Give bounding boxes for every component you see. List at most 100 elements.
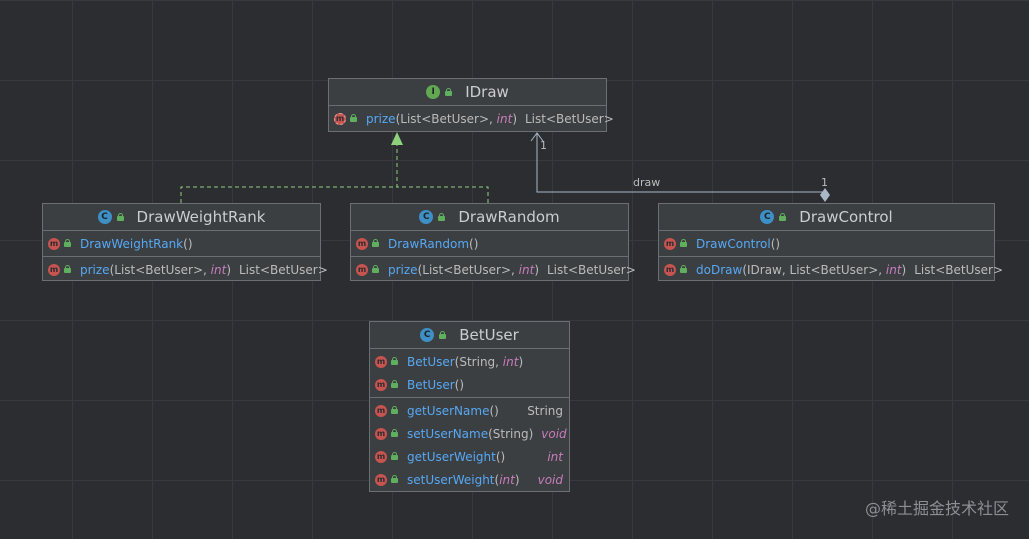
method-name: prize bbox=[388, 262, 418, 277]
method-icon: m bbox=[375, 355, 387, 368]
public-lock-icon bbox=[372, 239, 379, 247]
method-icon: m bbox=[664, 263, 676, 276]
node-betuser-methods: m getUserName () String m setUserName (S… bbox=[370, 398, 569, 492]
method-return-type: void bbox=[541, 426, 567, 441]
method-row[interactable]: m prize (List<BetUser>, int) List<BetUse… bbox=[351, 258, 636, 281]
public-lock-icon bbox=[680, 265, 687, 273]
node-drawrandom-constructors: m DrawRandom () bbox=[351, 231, 628, 257]
node-drawcontrol-header: C DrawControl bbox=[659, 204, 994, 231]
node-idraw-methods: m prize (List<BetUser>, int) List<BetUse… bbox=[329, 106, 614, 131]
node-drawrandom-title: DrawRandom bbox=[458, 208, 560, 226]
node-betuser[interactable]: C BetUser m BetUser (String, int) m BetU… bbox=[369, 321, 570, 492]
method-name: DrawWeightRank bbox=[80, 236, 184, 251]
node-idraw-title: IDraw bbox=[465, 83, 509, 101]
constructor-row[interactable]: m DrawRandom () bbox=[351, 232, 628, 255]
method-return-type: int bbox=[547, 449, 563, 464]
public-lock-icon bbox=[372, 265, 379, 273]
method-row[interactable]: m setUserName (String) void bbox=[370, 422, 569, 445]
method-name: setUserWeight bbox=[407, 472, 495, 487]
node-drawrandom-header: C DrawRandom bbox=[351, 204, 628, 231]
method-row[interactable]: m doDraw (IDraw, List<BetUser>, int) Lis… bbox=[659, 258, 1003, 281]
realization-edge-drawrandom bbox=[397, 186, 489, 203]
node-drawcontrol[interactable]: C DrawControl m DrawControl () m doDraw … bbox=[658, 203, 1003, 281]
method-row[interactable]: m getUserName () String bbox=[370, 399, 569, 422]
node-betuser-title: BetUser bbox=[459, 326, 519, 344]
method-return-type: String bbox=[527, 403, 563, 418]
method-params: (List<BetUser>, int) bbox=[417, 262, 539, 277]
method-name: DrawControl bbox=[696, 236, 771, 251]
method-row[interactable]: m setUserWeight (int) void bbox=[370, 468, 569, 491]
public-lock-icon bbox=[391, 429, 398, 437]
public-lock-icon bbox=[64, 265, 71, 273]
node-drawweightrank-constructors: m DrawWeightRank () bbox=[43, 231, 320, 257]
public-lock-icon bbox=[391, 357, 398, 365]
method-params: (List<BetUser>, int) bbox=[109, 262, 231, 277]
class-icon: C bbox=[419, 210, 434, 224]
method-params: (int) bbox=[494, 472, 520, 487]
node-drawrandom[interactable]: C DrawRandom m DrawRandom () m prize (Li… bbox=[350, 203, 636, 282]
method-icon: m bbox=[375, 450, 387, 463]
association-label: draw bbox=[633, 176, 661, 189]
multiplicity-label-drawcontrol: 1 bbox=[821, 176, 828, 189]
method-name: getUserWeight bbox=[407, 449, 496, 464]
method-row[interactable]: m prize (List<BetUser>, int) List<BetUse… bbox=[43, 258, 328, 281]
method-name: DrawRandom bbox=[388, 236, 470, 251]
method-name: prize bbox=[366, 111, 396, 126]
method-row[interactable]: m getUserWeight () int bbox=[370, 445, 569, 468]
method-name: BetUser bbox=[407, 377, 455, 392]
public-lock-icon bbox=[391, 452, 398, 460]
constructor-row[interactable]: m BetUser (String, int) bbox=[370, 350, 569, 373]
method-params: () bbox=[183, 236, 193, 251]
node-idraw[interactable]: I IDraw m prize (List<BetUser>, int) Lis… bbox=[328, 78, 614, 132]
node-drawrandom-methods: m prize (List<BetUser>, int) List<BetUse… bbox=[351, 257, 636, 282]
method-return-type: List<BetUser> bbox=[914, 262, 1003, 277]
public-lock-icon bbox=[438, 212, 446, 221]
method-row[interactable]: m prize (List<BetUser>, int) List<BetUse… bbox=[329, 107, 614, 130]
method-params: () bbox=[469, 236, 479, 251]
public-lock-icon bbox=[680, 239, 687, 247]
method-name: BetUser bbox=[407, 354, 455, 369]
method-icon: m bbox=[48, 263, 60, 276]
method-name: doDraw bbox=[696, 262, 743, 277]
method-name: prize bbox=[80, 262, 110, 277]
node-drawweightrank[interactable]: C DrawWeightRank m DrawWeightRank () m p… bbox=[42, 203, 328, 281]
method-params: (List<BetUser>, int) bbox=[395, 111, 517, 126]
constructor-row[interactable]: m BetUser () bbox=[370, 373, 569, 396]
public-lock-icon bbox=[779, 212, 787, 221]
node-drawweightrank-header: C DrawWeightRank bbox=[43, 204, 320, 231]
constructor-row[interactable]: m DrawWeightRank () bbox=[43, 232, 320, 255]
method-params: (String) bbox=[488, 426, 534, 441]
interface-icon: I bbox=[426, 85, 441, 99]
public-lock-icon bbox=[391, 380, 398, 388]
node-idraw-header: I IDraw bbox=[329, 79, 606, 106]
method-icon: m bbox=[375, 427, 387, 440]
method-params: () bbox=[770, 236, 781, 251]
method-params: () bbox=[495, 449, 506, 464]
method-params: (String, int) bbox=[454, 354, 524, 369]
method-name: getUserName bbox=[407, 403, 490, 418]
public-lock-icon bbox=[439, 330, 447, 339]
method-icon: m bbox=[356, 237, 368, 250]
method-name: setUserName bbox=[407, 426, 489, 441]
method-params: (IDraw, List<BetUser>, int) bbox=[742, 262, 907, 277]
method-return-type: List<BetUser> bbox=[525, 111, 614, 126]
method-icon: m bbox=[375, 473, 387, 486]
public-lock-icon bbox=[445, 87, 453, 96]
method-return-type: List<BetUser> bbox=[239, 262, 328, 277]
class-icon: C bbox=[97, 210, 112, 224]
node-betuser-header: C BetUser bbox=[370, 322, 569, 349]
aggregation-diamond bbox=[820, 188, 830, 202]
abstract-method-icon: m bbox=[334, 112, 346, 125]
public-lock-icon bbox=[350, 114, 357, 122]
node-drawcontrol-constructors: m DrawControl () bbox=[659, 231, 994, 257]
watermark: @稀土掘金技术社区 bbox=[864, 499, 1009, 518]
method-return-type: List<BetUser> bbox=[547, 262, 636, 277]
method-return-type: void bbox=[537, 472, 563, 487]
constructor-row[interactable]: m DrawControl () bbox=[659, 232, 994, 255]
method-icon: m bbox=[664, 237, 676, 250]
class-icon: C bbox=[420, 328, 435, 342]
node-drawweightrank-title: DrawWeightRank bbox=[136, 208, 266, 226]
node-drawcontrol-title: DrawControl bbox=[799, 208, 893, 226]
realization-arrowhead bbox=[391, 132, 403, 145]
node-betuser-constructors: m BetUser (String, int) m BetUser () bbox=[370, 349, 569, 398]
